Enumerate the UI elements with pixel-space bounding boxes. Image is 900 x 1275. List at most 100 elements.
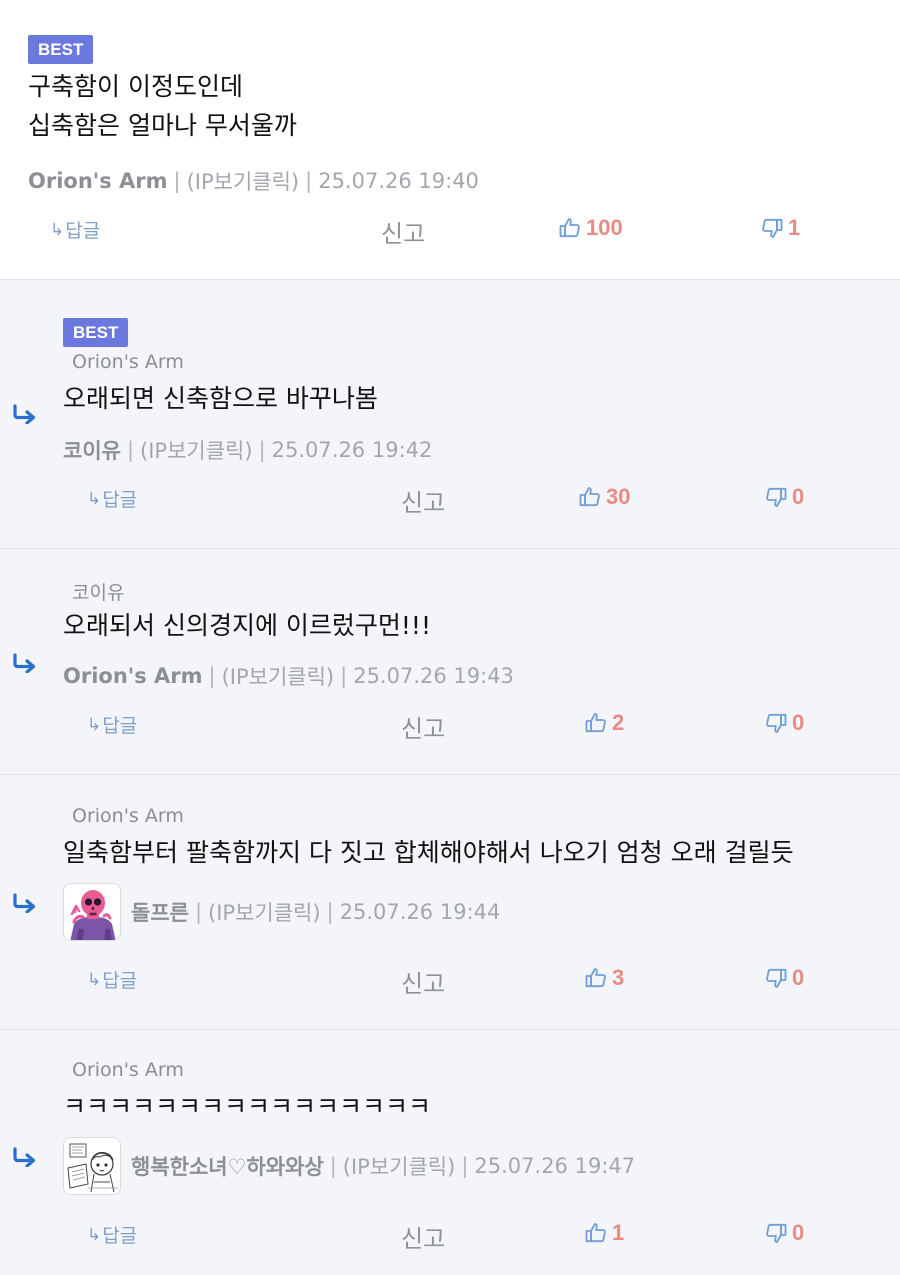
ip-view-link[interactable]: (IP보기클릭) <box>343 1151 456 1181</box>
divider: | <box>329 1154 337 1178</box>
skull-avatar-icon <box>64 884 120 940</box>
user-avatar[interactable] <box>63 883 121 941</box>
dislike-count: 0 <box>792 484 805 509</box>
comment-text: 일축함부터 팔축함까지 다 짓고 합체해야해서 나오기 엄청 오래 걸릴듯 <box>63 838 794 867</box>
timestamp: 25.07.26 19:42 <box>271 438 433 462</box>
divider: | <box>194 900 203 924</box>
reply-small-arrow-icon: ↳ <box>87 1224 102 1245</box>
comment-actions: ↳ 답글 신고 3 0 <box>0 964 900 998</box>
thumb-up-icon <box>584 1221 608 1245</box>
thumb-up-icon <box>578 485 602 509</box>
like-button[interactable]: 1 <box>584 1220 624 1246</box>
dislike-button[interactable]: 0 <box>764 484 804 510</box>
report-button[interactable]: 신고 <box>401 483 445 518</box>
divider: | <box>340 664 348 688</box>
divider: | <box>305 169 313 193</box>
like-count: 30 <box>606 484 631 509</box>
reply-comment-item: Orion's Arm ㅋㅋㅋㅋㅋㅋㅋㅋㅋㅋㅋㅋㅋㅋㅋㅋ 행복한소녀♡하와와상 … <box>0 1030 900 1275</box>
timestamp: 25.07.26 19:44 <box>339 900 501 924</box>
comment-actions: ↳ 답글 신고 100 1 <box>0 214 900 248</box>
best-badge: BEST <box>28 35 94 64</box>
report-button[interactable]: 신고 <box>401 964 445 999</box>
dislike-button[interactable]: 0 <box>764 1220 804 1246</box>
comment-text-line: 구축함이 이정도인데 <box>28 72 243 101</box>
reply-arrow-icon <box>12 1147 38 1167</box>
comment-meta: Orion's Arm | (IP보기클릭) | 25.07.26 19:40 <box>28 166 479 196</box>
author-name[interactable]: 코이유 <box>63 435 121 465</box>
sketch-girl-avatar-icon <box>64 1138 120 1194</box>
like-button[interactable]: 30 <box>578 484 630 510</box>
thumb-up-icon <box>558 216 582 240</box>
divider: | <box>126 438 135 462</box>
comment-text: ㅋㅋㅋㅋㅋㅋㅋㅋㅋㅋㅋㅋㅋㅋㅋㅋ <box>63 1092 432 1121</box>
like-button[interactable]: 3 <box>584 965 624 991</box>
like-count: 1 <box>612 1220 625 1245</box>
like-button[interactable]: 100 <box>558 215 623 241</box>
divider: | <box>461 1154 469 1178</box>
comment-actions: ↳ 답글 신고 2 0 <box>0 709 900 743</box>
reply-small-arrow-icon: ↳ <box>87 714 102 735</box>
thumb-up-icon <box>584 711 608 735</box>
best-badge: BEST <box>63 318 129 347</box>
divider: | <box>173 169 181 193</box>
author-name[interactable]: Orion's Arm <box>63 664 203 688</box>
report-button[interactable]: 신고 <box>401 709 445 744</box>
thumb-down-icon <box>764 711 788 735</box>
dislike-count: 0 <box>792 1220 805 1245</box>
reply-target-name: Orion's Arm <box>72 805 184 827</box>
comment-meta: 행복한소녀♡하와와상 | (IP보기클릭) | 25.07.26 19:47 <box>63 1137 635 1195</box>
comment-actions: ↳ 답글 신고 30 0 <box>0 483 900 517</box>
dislike-count: 1 <box>788 215 801 240</box>
reply-button[interactable]: ↳ 답글 <box>87 485 137 512</box>
ip-view-link[interactable]: (IP보기클릭) <box>222 661 335 691</box>
user-avatar[interactable] <box>63 1137 121 1195</box>
dislike-button[interactable]: 0 <box>764 710 804 736</box>
thumb-down-icon <box>764 966 788 990</box>
divider: | <box>326 900 334 924</box>
reply-button[interactable]: ↳ 답글 <box>87 966 137 993</box>
reply-small-arrow-icon: ↳ <box>50 219 65 240</box>
thumb-down-icon <box>764 1221 788 1245</box>
author-name[interactable]: Orion's Arm <box>28 169 168 193</box>
comment-text: 오래되서 신의경지에 이르렀구먼!!! <box>63 611 431 640</box>
timestamp: 25.07.26 19:40 <box>318 169 479 193</box>
timestamp: 25.07.26 19:47 <box>474 1154 636 1178</box>
dislike-button[interactable]: 0 <box>764 965 804 991</box>
reply-comment-item: 코이유 오래되서 신의경지에 이르렀구먼!!! Orion's Arm | (I… <box>0 549 900 775</box>
reply-target-name: 코이유 <box>72 582 125 604</box>
timestamp: 25.07.26 19:43 <box>353 664 514 688</box>
like-count: 2 <box>612 710 625 735</box>
reply-small-arrow-icon: ↳ <box>87 488 102 509</box>
ip-view-link[interactable]: (IP보기클릭) <box>187 166 300 196</box>
thumb-up-icon <box>584 966 608 990</box>
reply-comment-item: BEST Orion's Arm 오래되면 신축함으로 바꾸나봄 코이유 | (… <box>0 280 900 549</box>
reply-button[interactable]: ↳ 답글 <box>87 711 137 738</box>
comment-text-line: 십축함은 얼마나 무서울까 <box>28 110 297 140</box>
reply-arrow-icon <box>12 893 38 913</box>
ip-view-link[interactable]: (IP보기클릭) <box>140 435 253 465</box>
reply-target-name: Orion's Arm <box>72 1059 184 1081</box>
comment-meta: Orion's Arm | (IP보기클릭) | 25.07.26 19:43 <box>63 661 514 691</box>
comment-text: 오래되면 신축함으로 바꾸나봄 <box>63 384 378 413</box>
dislike-count: 0 <box>792 710 805 735</box>
reply-button[interactable]: ↳ 답글 <box>87 1221 137 1248</box>
comment-meta: 돌프른 | (IP보기클릭) | 25.07.26 19:44 <box>63 883 500 941</box>
dislike-count: 0 <box>792 965 805 990</box>
author-name[interactable]: 돌프른 <box>131 897 189 927</box>
thumb-down-icon <box>764 485 788 509</box>
report-button[interactable]: 신고 <box>381 214 425 249</box>
author-name[interactable]: 행복한소녀♡하와와상 <box>131 1151 324 1181</box>
like-count: 3 <box>612 965 625 990</box>
reply-button[interactable]: ↳ 답글 <box>50 216 100 243</box>
ip-view-link[interactable]: (IP보기클릭) <box>208 897 321 927</box>
divider: | <box>258 438 266 462</box>
reply-small-arrow-icon: ↳ <box>87 969 102 990</box>
reply-comment-item: Orion's Arm 일축함부터 팔축함까지 다 짓고 합체해야해서 나오기 … <box>0 775 900 1030</box>
comment-actions: ↳ 답글 신고 1 0 <box>0 1219 900 1253</box>
thumb-down-icon <box>760 216 784 240</box>
report-button[interactable]: 신고 <box>401 1219 445 1254</box>
reply-arrow-icon <box>12 404 38 424</box>
dislike-button[interactable]: 1 <box>760 215 800 241</box>
like-count: 100 <box>586 215 623 240</box>
like-button[interactable]: 2 <box>584 710 624 736</box>
